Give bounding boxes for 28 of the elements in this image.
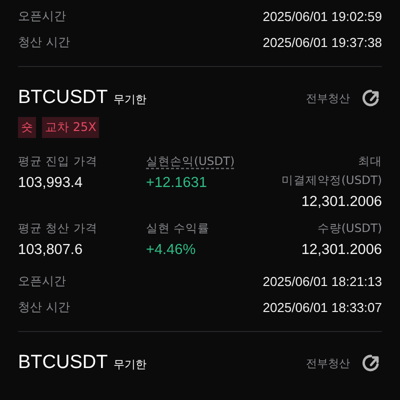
stat-value: +12.1631: [146, 175, 207, 191]
stat-value: +4.46%: [146, 242, 196, 258]
time-label: 청산 시간: [18, 299, 70, 316]
time-label: 청산 시간: [18, 34, 70, 51]
stat-value: 12,301.2006: [301, 194, 382, 210]
position-tag: 숏: [18, 117, 36, 138]
stat-value: 103,993.4: [18, 175, 83, 191]
stat-label: 실현손익(USDT): [146, 153, 235, 170]
contract-type: 무기한: [114, 92, 147, 107]
stat-label: 수량(USDT): [317, 220, 382, 237]
symbol-name: BTCUSDT: [18, 87, 108, 109]
contract-type: 무기한: [114, 357, 147, 372]
time-value: 2025/06/01 18:33:07: [262, 300, 382, 315]
time-value: 2025/06/01 19:02:59: [262, 9, 382, 24]
stat-label: 최대 미결제약정(USDT): [281, 153, 382, 189]
stat-value: 103,807.6: [18, 242, 83, 258]
stat-label: 평균 진입 가격: [18, 153, 98, 170]
position-tag: 교차 25X: [42, 117, 100, 138]
symbol-name: BTCUSDT: [18, 352, 108, 374]
time-label: 오픈시간: [18, 8, 66, 25]
time-value: 2025/06/01 18:21:13: [262, 274, 382, 289]
time-value: 2025/06/01 19:37:38: [262, 35, 382, 50]
time-label: 오픈시간: [18, 273, 66, 290]
stat-label: 평균 청산 가격: [18, 220, 98, 237]
close-all-link[interactable]: 전부청산: [306, 90, 350, 106]
stat-value: 12,301.2006: [301, 242, 382, 258]
close-all-link[interactable]: 전부청산: [306, 356, 350, 370]
stat-label: 실현 수익률: [146, 220, 210, 237]
